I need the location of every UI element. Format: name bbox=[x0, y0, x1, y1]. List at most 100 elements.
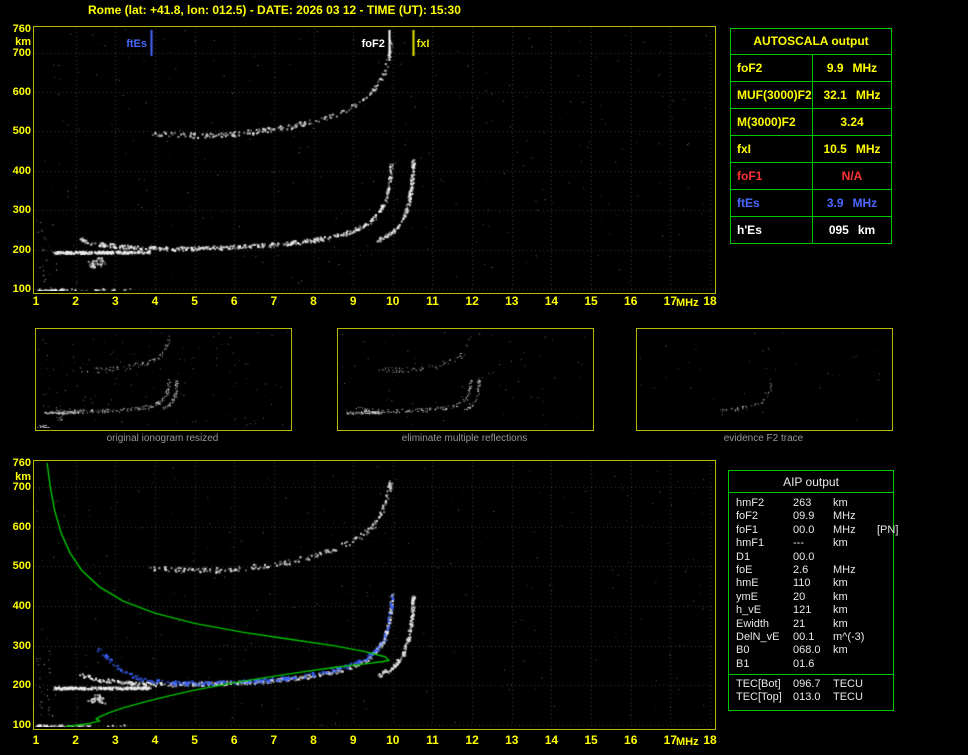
bottom-x-tick-label: 16 bbox=[624, 733, 638, 747]
aip-unit: MHz bbox=[833, 523, 856, 536]
aip-param-label: TEC[Top] bbox=[736, 691, 782, 704]
autoscala-row-fxi: fxI 10.5 MHz bbox=[731, 136, 891, 163]
aip-row-d1: D1 00.0 bbox=[729, 551, 893, 564]
thumbnail-original-canvas bbox=[36, 329, 289, 428]
main-x-tick-label: 10 bbox=[386, 294, 400, 308]
autoscala-row-m3000f2: M(3000)F2 3.24 bbox=[731, 109, 891, 136]
aip-value: 2.6 bbox=[793, 563, 809, 576]
main-x-tick-label: 14 bbox=[544, 294, 559, 308]
main-x-tick-label: 9 bbox=[349, 294, 357, 308]
aip-param-label: ymE bbox=[736, 590, 758, 603]
autoscala-param-label: fxI bbox=[731, 136, 813, 162]
aip-row-tectop: TEC[Top] 013.0 TECU bbox=[729, 691, 893, 704]
main-x-tick-label: 2 bbox=[72, 294, 79, 308]
aip-value: 110 bbox=[793, 577, 811, 590]
aip-table-separator bbox=[729, 674, 893, 676]
autoscala-table-rows: foF2 9.9 MHz MUF(3000)F2 32.1 MHz M(3000)F2 3.2… bbox=[731, 55, 891, 243]
aip-extra: [PN] bbox=[877, 523, 899, 536]
aip-row-hmf1: hmF1 --- km bbox=[729, 537, 893, 550]
main-ionogram-canvas bbox=[34, 27, 713, 291]
autoscala-row-hes: h'Es 095 km bbox=[731, 217, 891, 243]
thumbnail-evidence-canvas bbox=[637, 329, 890, 428]
page-title: Rome (lat: +41.8, lon: 012.5) - DATE: 20… bbox=[88, 3, 461, 17]
main-y-tick-label: 760 bbox=[12, 23, 31, 35]
thumbnail-original-ionogram bbox=[35, 328, 292, 431]
bottom-x-tick-label: 14 bbox=[544, 733, 559, 747]
bottom-x-tick-label: 5 bbox=[191, 733, 198, 747]
aip-param-label: D1 bbox=[736, 550, 751, 563]
main-x-tick-label: 12 bbox=[465, 294, 479, 308]
autoscala-param-label: foF1 bbox=[731, 163, 813, 189]
autoscala-value-unit: MHz bbox=[852, 196, 878, 210]
aip-param-label: hmF2 bbox=[736, 497, 765, 509]
autoscala-value-number: 9.9 bbox=[826, 61, 844, 75]
main-x-tick-label: 18 bbox=[703, 294, 717, 308]
aip-value: 013.0 bbox=[793, 691, 821, 704]
autoscala-param-label: M(3000)F2 bbox=[731, 109, 813, 135]
main-x-tick-label: 5 bbox=[191, 294, 198, 308]
autoscala-value-number: 10.5 bbox=[823, 142, 847, 156]
aip-row-fof1: foF1 00.0 MHz [PN] bbox=[729, 523, 898, 537]
thumbnail-caption-evidence: evidence F2 trace bbox=[723, 433, 804, 444]
main-x-tick-label: 6 bbox=[230, 294, 238, 308]
aip-value: 21 bbox=[793, 617, 806, 630]
main-x-tick-label: 7 bbox=[270, 294, 278, 308]
aip-param-label: foF1 bbox=[736, 523, 759, 536]
autoscala-value-number: 3.9 bbox=[826, 196, 844, 210]
autoscala-app-window: Rome (lat: +41.8, lon: 012.5) - DATE: 20… bbox=[0, 0, 968, 755]
main-x-tick-label: 11 bbox=[426, 294, 439, 308]
aip-row-foe: foE 2.6 MHz bbox=[729, 564, 893, 577]
bottom-y-tick-label: 760 bbox=[12, 457, 31, 469]
aip-value: 00.1 bbox=[793, 630, 815, 643]
bottom-x-tick-label: 13 bbox=[505, 733, 519, 747]
aip-row-b1: B1 01.6 bbox=[729, 658, 893, 671]
main-y-tick-label: 200 bbox=[12, 243, 31, 256]
bottom-x-tick-label: 8 bbox=[310, 733, 317, 747]
aip-value: --- bbox=[793, 537, 804, 550]
bottom-x-tick-label: 15 bbox=[584, 733, 598, 747]
bottom-y-tick-label: 500 bbox=[12, 560, 31, 573]
aip-param-label: foE bbox=[736, 563, 753, 576]
bottom-x-tick-label: 7 bbox=[270, 733, 278, 747]
autoscala-value-number: 095 bbox=[828, 223, 849, 237]
autoscala-value: 095 km bbox=[813, 223, 891, 237]
bottom-x-tick-label: 1 bbox=[32, 733, 40, 747]
autoscala-value-unit: MHz bbox=[852, 61, 878, 75]
aip-unit: TECU bbox=[833, 678, 863, 691]
aip-unit: km bbox=[833, 617, 848, 630]
marker-label-fxi: fxI bbox=[416, 38, 430, 50]
aip-row-ewidth: Ewidth 21 km bbox=[729, 618, 893, 631]
profile-ionogram-canvas bbox=[34, 461, 713, 727]
bottom-y-tick-label: 200 bbox=[12, 679, 31, 692]
autoscala-param-label: foF2 bbox=[731, 55, 813, 81]
bottom-y-tick-label: 700 bbox=[12, 480, 31, 493]
aip-unit: km bbox=[833, 537, 848, 550]
main-y-tick-label: 700 bbox=[12, 46, 31, 59]
bottom-y-tick-label: 100 bbox=[12, 719, 31, 731]
autoscala-value-unit: MHz bbox=[855, 142, 881, 156]
autoscala-value-number: 32.1 bbox=[823, 88, 847, 102]
autoscala-row-muf3000f2: MUF(3000)F2 32.1 MHz bbox=[731, 82, 891, 109]
bottom-x-tick-label: 11 bbox=[426, 733, 439, 747]
bottom-x-tick-label: 2 bbox=[72, 733, 79, 747]
autoscala-value: N/A bbox=[813, 169, 891, 183]
main-ionogram-plot bbox=[33, 26, 716, 294]
autoscala-value-unit: MHz bbox=[855, 88, 881, 102]
bottom-x-tick-label: 12 bbox=[465, 733, 479, 747]
main-x-tick-label: 17 bbox=[663, 294, 678, 308]
autoscala-param-label: h'Es bbox=[731, 217, 813, 243]
autoscala-row-fof2: foF2 9.9 MHz bbox=[731, 55, 891, 82]
aip-param-label: hmE bbox=[736, 577, 759, 590]
aip-unit: km bbox=[833, 590, 848, 603]
main-y-tick-label: 400 bbox=[12, 164, 31, 177]
aip-row-b0: B0 068.0 km bbox=[729, 644, 893, 657]
aip-param-label: h_vE bbox=[736, 604, 762, 617]
main-x-tick-label: 1 bbox=[32, 294, 40, 308]
main-x-tick-label: 16 bbox=[624, 294, 638, 308]
autoscala-table-title: AUTOSCALA output bbox=[731, 29, 891, 55]
main-y-tick-label: 500 bbox=[12, 125, 31, 138]
aip-param-label: TEC[Bot] bbox=[736, 678, 781, 691]
aip-output-table: AIP output hmF2 263 km foF2 09.9 MHz foF1 00.0 M… bbox=[728, 470, 898, 711]
aip-row-yme: ymE 20 km bbox=[729, 591, 893, 604]
bottom-x-tick-label: 17 bbox=[663, 733, 678, 747]
